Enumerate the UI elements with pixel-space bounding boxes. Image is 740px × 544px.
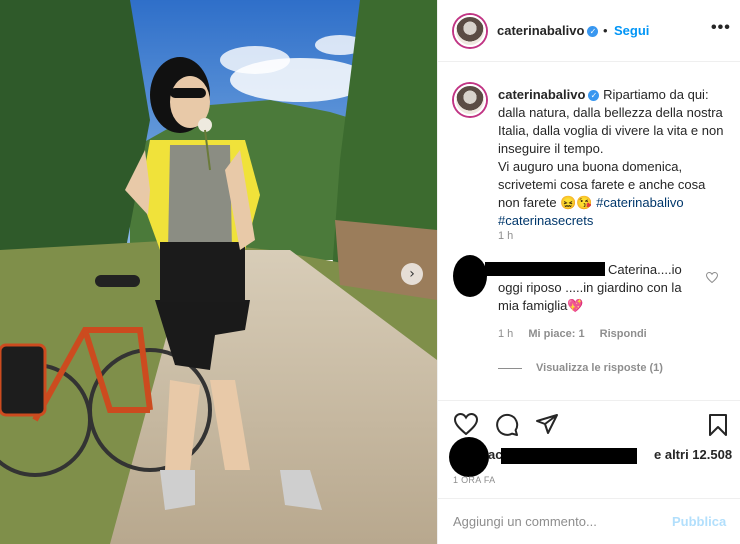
comment-text-line1: Caterina....io	[608, 262, 682, 277]
post-timestamp[interactable]: 1 ORA FA	[453, 475, 495, 485]
comment-icon[interactable]	[495, 413, 519, 437]
share-icon[interactable]	[535, 413, 559, 435]
caption-timestamp: 1 h	[498, 230, 514, 242]
comment-timestamp: 1 h	[498, 328, 514, 340]
verified-icon: ✓	[587, 26, 599, 38]
comment-input[interactable]	[453, 514, 653, 529]
author-username-text[interactable]: caterinabalivo	[497, 23, 584, 38]
more-icon[interactable]: •••	[711, 19, 731, 37]
view-replies-label[interactable]: Visualizza le risposte (1)	[536, 362, 663, 374]
likes-count[interactable]: e altri 12.508	[654, 447, 732, 462]
hashtag-link[interactable]: #caterinasecrets	[498, 213, 593, 228]
post-header: caterinabalivo ✓ • Segui •••	[438, 0, 740, 62]
redacted-avatar	[453, 255, 487, 297]
post-detail-panel: caterinabalivo ✓ • Segui ••• caterinabali…	[437, 0, 740, 544]
post-photo[interactable]: ›	[0, 0, 437, 544]
hashtag-link[interactable]: #caterinabalivo	[596, 195, 683, 210]
chevron-right-icon: ›	[409, 266, 415, 282]
heart-icon[interactable]	[454, 413, 478, 435]
post-caption: caterinabalivo ✓ Ripartiamo da qui: dalla…	[498, 86, 730, 230]
verified-icon: ✓	[588, 90, 600, 102]
heart-icon[interactable]	[706, 272, 718, 283]
reply-button[interactable]: Rispondi	[600, 328, 647, 340]
redacted-username	[501, 448, 637, 464]
bookmark-icon[interactable]	[708, 413, 728, 437]
avatar[interactable]	[454, 15, 486, 47]
separator-dot: •	[603, 23, 608, 38]
replies-divider	[498, 367, 522, 369]
redacted-avatar	[449, 437, 489, 477]
author-username[interactable]: caterinabalivo ✓	[497, 23, 599, 38]
photo-image	[0, 0, 437, 544]
comment-likes-link[interactable]: Mi piace: 1	[528, 328, 584, 340]
comment-text: Caterina....io oggi riposo .....in giard…	[498, 261, 698, 315]
add-comment-bar: Pubblica	[438, 498, 740, 544]
comment-text-rest: oggi riposo .....in giardino con la mia …	[498, 280, 682, 313]
comment-meta: 1 h Mi piace: 1 Rispondi	[498, 328, 659, 340]
view-replies-button[interactable]: Visualizza le risposte (1)	[498, 362, 663, 374]
publish-button[interactable]: Pubblica	[672, 514, 726, 529]
follow-button[interactable]: Segui	[614, 23, 649, 38]
caption-avatar[interactable]	[454, 84, 486, 116]
caption-username[interactable]: caterinabalivo	[498, 87, 585, 102]
carousel-next-button[interactable]: ›	[401, 263, 423, 285]
